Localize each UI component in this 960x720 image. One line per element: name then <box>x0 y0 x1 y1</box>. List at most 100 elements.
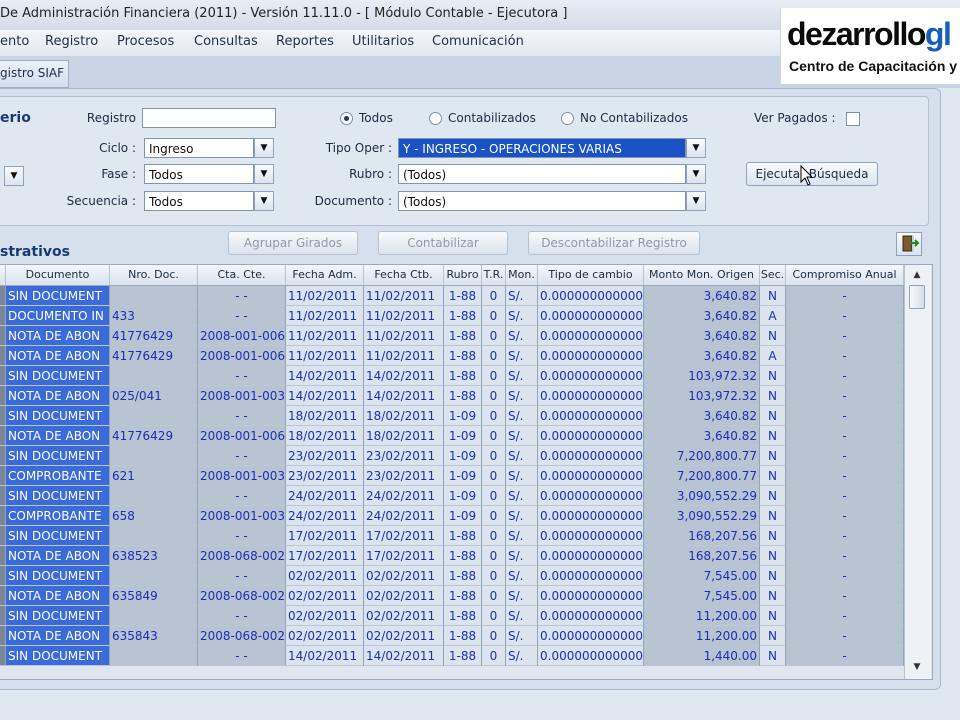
cell-compromiso[interactable]: - <box>786 306 904 326</box>
cell-rubro[interactable]: 1-09 <box>444 406 482 426</box>
cell-monto[interactable]: 3,640.82 <box>644 406 760 426</box>
cell-fecha-ctb[interactable]: 02/02/2011 <box>364 566 444 586</box>
cell-fecha-ctb[interactable]: 11/02/2011 <box>364 346 444 366</box>
table-row[interactable]: SIN DOCUMENT - -11/02/2011 11/02/2011 1-88 0… <box>0 286 904 306</box>
cell-documento[interactable]: NOTA DE ABON <box>6 626 110 646</box>
cell-fecha-ctb[interactable]: 02/02/2011 <box>364 586 444 606</box>
cell-fecha-adm[interactable]: 18/02/2011 <box>286 426 364 446</box>
cell-documento[interactable]: SIN DOCUMENT <box>6 646 110 666</box>
cell-tr[interactable]: 0 <box>482 486 506 506</box>
cell-sec[interactable]: N <box>760 626 786 646</box>
cell-tipo-cambio[interactable]: 0.000000000000 <box>538 566 644 586</box>
cell-nro-doc[interactable]: 41776429 <box>110 426 198 446</box>
documento-select[interactable]: (Todos) <box>398 191 686 211</box>
cell-fecha-adm[interactable]: 17/02/2011 <box>286 546 364 566</box>
cell-mon[interactable]: S/. <box>506 446 538 466</box>
cell-fecha-adm[interactable]: 02/02/2011 <box>286 566 364 586</box>
cell-sec[interactable]: A <box>760 346 786 366</box>
menu-item-procesos[interactable]: Procesos <box>117 34 174 49</box>
cell-rubro[interactable]: 1-88 <box>444 586 482 606</box>
fase-dropdown-button[interactable]: ▼ <box>254 164 274 184</box>
cell-cta-cte[interactable]: 2008-001-003 <box>198 466 286 486</box>
cell-sec[interactable]: N <box>760 526 786 546</box>
cell-cta-cte[interactable]: 2008-001-006 <box>198 346 286 366</box>
cell-rubro[interactable]: 1-88 <box>444 546 482 566</box>
cell-documento[interactable]: SIN DOCUMENT <box>6 606 110 626</box>
cell-tr[interactable]: 0 <box>482 506 506 526</box>
cell-rubro[interactable]: 1-88 <box>444 366 482 386</box>
cell-fecha-ctb[interactable]: 11/02/2011 <box>364 286 444 306</box>
contabilizar-button[interactable]: Contabilizar <box>378 231 508 255</box>
ciclo-select[interactable]: Ingreso <box>144 138 254 158</box>
menu-item-registro[interactable]: Registro <box>45 34 98 49</box>
table-row[interactable]: DOCUMENTO IN 433- -11/02/2011 11/02/2011 1-… <box>0 306 904 326</box>
rubro-select[interactable]: (Todos) <box>398 164 686 184</box>
cell-rubro[interactable]: 1-88 <box>444 306 482 326</box>
cell-tipo-cambio[interactable]: 0.000000000000 <box>538 286 644 306</box>
cell-tr[interactable]: 0 <box>482 626 506 646</box>
cell-tr[interactable]: 0 <box>482 546 506 566</box>
cell-monto[interactable]: 7,545.00 <box>644 566 760 586</box>
cell-fecha-adm[interactable]: 02/02/2011 <box>286 606 364 626</box>
cell-nro-doc[interactable]: 658 <box>110 506 198 526</box>
cell-cta-cte[interactable]: - - <box>198 406 286 426</box>
ejecutar-busqueda-button[interactable]: Ejecutar Búsqueda <box>746 162 878 186</box>
cell-tr[interactable]: 0 <box>482 446 506 466</box>
cell-mon[interactable]: S/. <box>506 566 538 586</box>
cell-mon[interactable]: S/. <box>506 586 538 606</box>
cell-fecha-ctb[interactable]: 14/02/2011 <box>364 366 444 386</box>
cell-documento[interactable]: SIN DOCUMENT <box>6 486 110 506</box>
cell-sec[interactable]: A <box>760 306 786 326</box>
cell-compromiso[interactable]: - <box>786 386 904 406</box>
cell-sec[interactable]: N <box>760 566 786 586</box>
cell-cta-cte[interactable]: - - <box>198 446 286 466</box>
fase-select[interactable]: Todos <box>144 164 254 184</box>
cell-cta-cte[interactable]: 2008-001-003 <box>198 506 286 526</box>
cell-tipo-cambio[interactable]: 0.000000000000 <box>538 386 644 406</box>
cell-tipo-cambio[interactable]: 0.000000000000 <box>538 346 644 366</box>
cell-compromiso[interactable]: - <box>786 586 904 606</box>
cell-mon[interactable]: S/. <box>506 626 538 646</box>
cell-nro-doc[interactable]: 621 <box>110 466 198 486</box>
cell-compromiso[interactable]: - <box>786 646 904 666</box>
table-row[interactable]: SIN DOCUMENT - -23/02/2011 23/02/2011 1-09 0… <box>0 446 904 466</box>
cell-fecha-ctb[interactable]: 14/02/2011 <box>364 646 444 666</box>
col-header-fecha-ctb[interactable]: Fecha Ctb. <box>364 265 444 285</box>
cell-fecha-ctb[interactable]: 02/02/2011 <box>364 626 444 646</box>
radio-todos[interactable] <box>340 112 353 125</box>
agrupar-girados-button[interactable]: Agrupar Girados <box>228 231 358 255</box>
cell-nro-doc[interactable]: 638523 <box>110 546 198 566</box>
table-row[interactable]: NOTA DE ABON 41776429 2008-001-006 18/02/20… <box>0 426 904 446</box>
cell-monto[interactable]: 3,640.82 <box>644 346 760 366</box>
cell-nro-doc[interactable] <box>110 486 198 506</box>
cell-fecha-adm[interactable]: 23/02/2011 <box>286 466 364 486</box>
cell-mon[interactable]: S/. <box>506 506 538 526</box>
descontabilizar-registro-button[interactable]: Descontabilizar Registro <box>528 231 700 255</box>
cell-cta-cte[interactable]: - - <box>198 486 286 506</box>
cell-compromiso[interactable]: - <box>786 606 904 626</box>
cell-compromiso[interactable]: - <box>786 406 904 426</box>
cell-tr[interactable]: 0 <box>482 306 506 326</box>
documento-dropdown-button[interactable]: ▼ <box>686 191 706 211</box>
cell-mon[interactable]: S/. <box>506 306 538 326</box>
menu-item-comunicacion[interactable]: Comunicación <box>432 34 524 49</box>
cell-tr[interactable]: 0 <box>482 426 506 446</box>
cell-fecha-adm[interactable]: 23/02/2011 <box>286 446 364 466</box>
cell-tipo-cambio[interactable]: 0.000000000000 <box>538 326 644 346</box>
cell-fecha-ctb[interactable]: 24/02/2011 <box>364 506 444 526</box>
cell-monto[interactable]: 103,972.32 <box>644 386 760 406</box>
secuencia-dropdown-button[interactable]: ▼ <box>254 191 274 211</box>
cell-fecha-adm[interactable]: 14/02/2011 <box>286 646 364 666</box>
cell-rubro[interactable]: 1-09 <box>444 506 482 526</box>
cell-compromiso[interactable]: - <box>786 526 904 546</box>
menu-item-consultas[interactable]: Consultas <box>194 34 258 49</box>
col-header-fecha-adm[interactable]: Fecha Adm. <box>286 265 364 285</box>
cell-tr[interactable]: 0 <box>482 526 506 546</box>
cell-cta-cte[interactable]: - - <box>198 566 286 586</box>
cell-cta-cte[interactable]: - - <box>198 646 286 666</box>
cell-rubro[interactable]: 1-09 <box>444 426 482 446</box>
cell-fecha-ctb[interactable]: 23/02/2011 <box>364 466 444 486</box>
left-dropdown-button[interactable]: ▼ <box>4 166 24 186</box>
cell-tipo-cambio[interactable]: 0.000000000000 <box>538 586 644 606</box>
cell-rubro[interactable]: 1-09 <box>444 466 482 486</box>
